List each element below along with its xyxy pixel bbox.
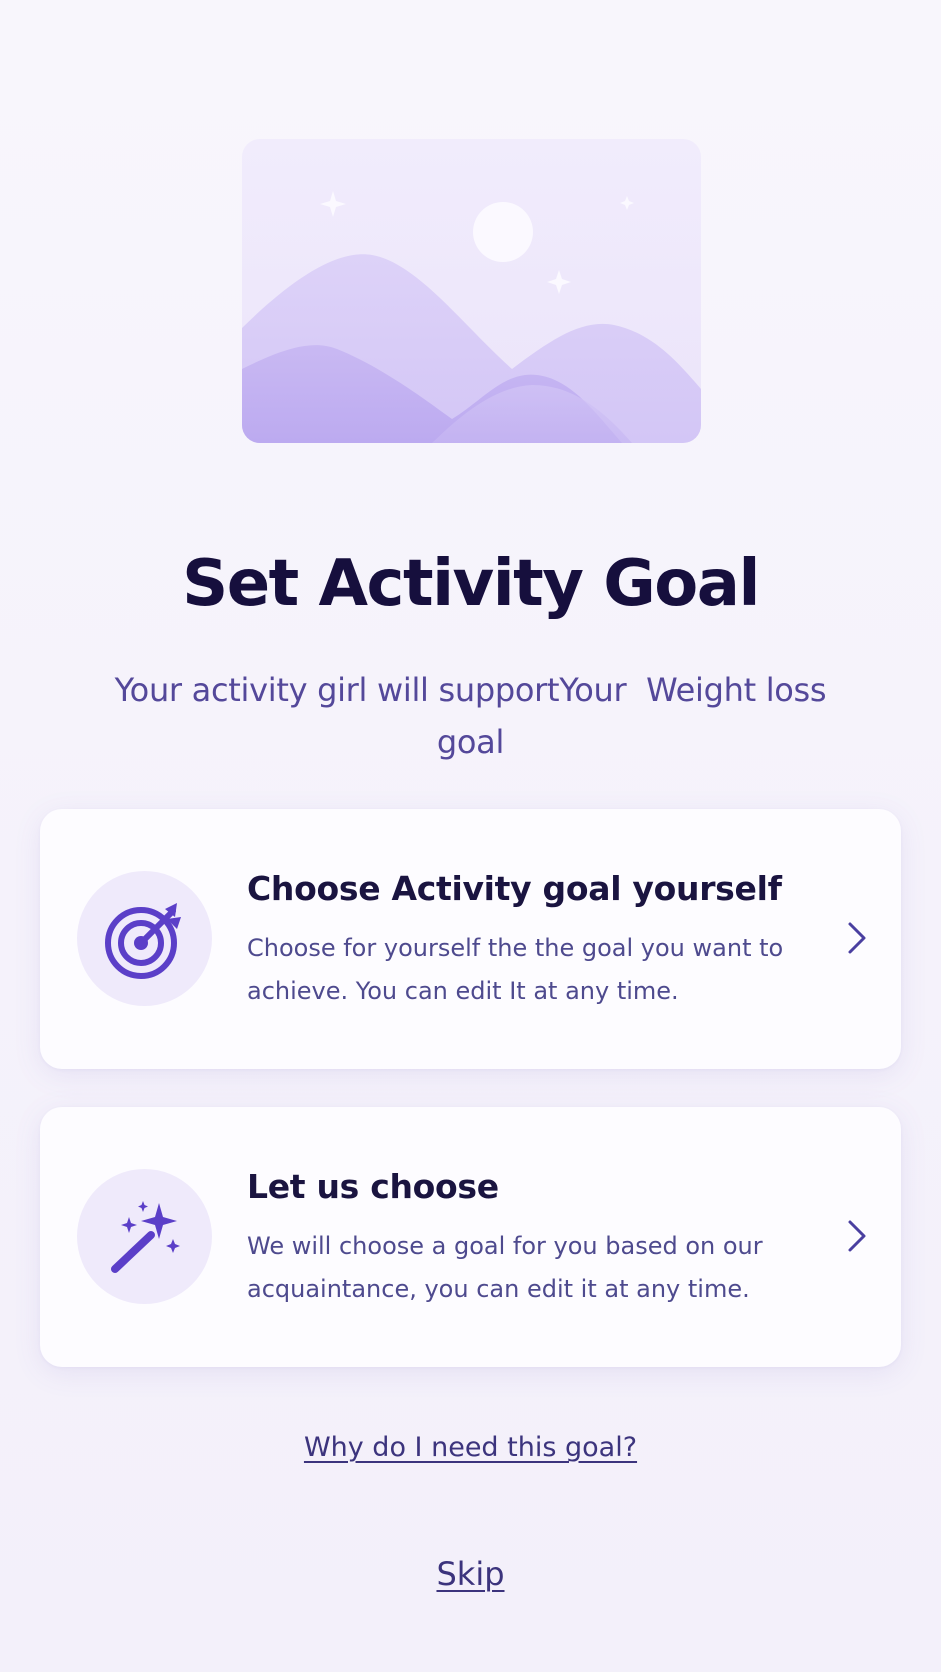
option-icon-circle bbox=[77, 871, 212, 1006]
option-card-let-us-choose[interactable]: Let us choose We will choose a goal for … bbox=[40, 1107, 901, 1367]
chevron-right-icon[interactable] bbox=[845, 1218, 869, 1254]
option-description: We will choose a goal for you based on o… bbox=[247, 1232, 763, 1303]
chevron-right-icon[interactable] bbox=[845, 920, 869, 956]
option-card-choose-yourself[interactable]: Choose Activity goal yourself Choose for… bbox=[40, 809, 901, 1069]
target-arrow-icon bbox=[104, 902, 181, 979]
why-goal-link[interactable]: Why do I need this goal? bbox=[0, 1432, 941, 1463]
option-title: Let us choose bbox=[247, 1167, 499, 1206]
page-title: Set Activity Goal bbox=[182, 547, 760, 621]
mountain-landscape-illustration bbox=[242, 139, 701, 443]
option-icon-circle bbox=[77, 1169, 212, 1304]
page-subtitle: Your activity girl will supportYour Weig… bbox=[114, 671, 837, 761]
magic-wand-icon bbox=[110, 1200, 180, 1273]
option-description: Choose for yourself the the goal you wan… bbox=[247, 934, 784, 1005]
hero-illustration bbox=[242, 139, 701, 443]
option-title: Choose Activity goal yourself bbox=[247, 869, 782, 908]
skip-link[interactable]: Skip bbox=[0, 1555, 941, 1593]
